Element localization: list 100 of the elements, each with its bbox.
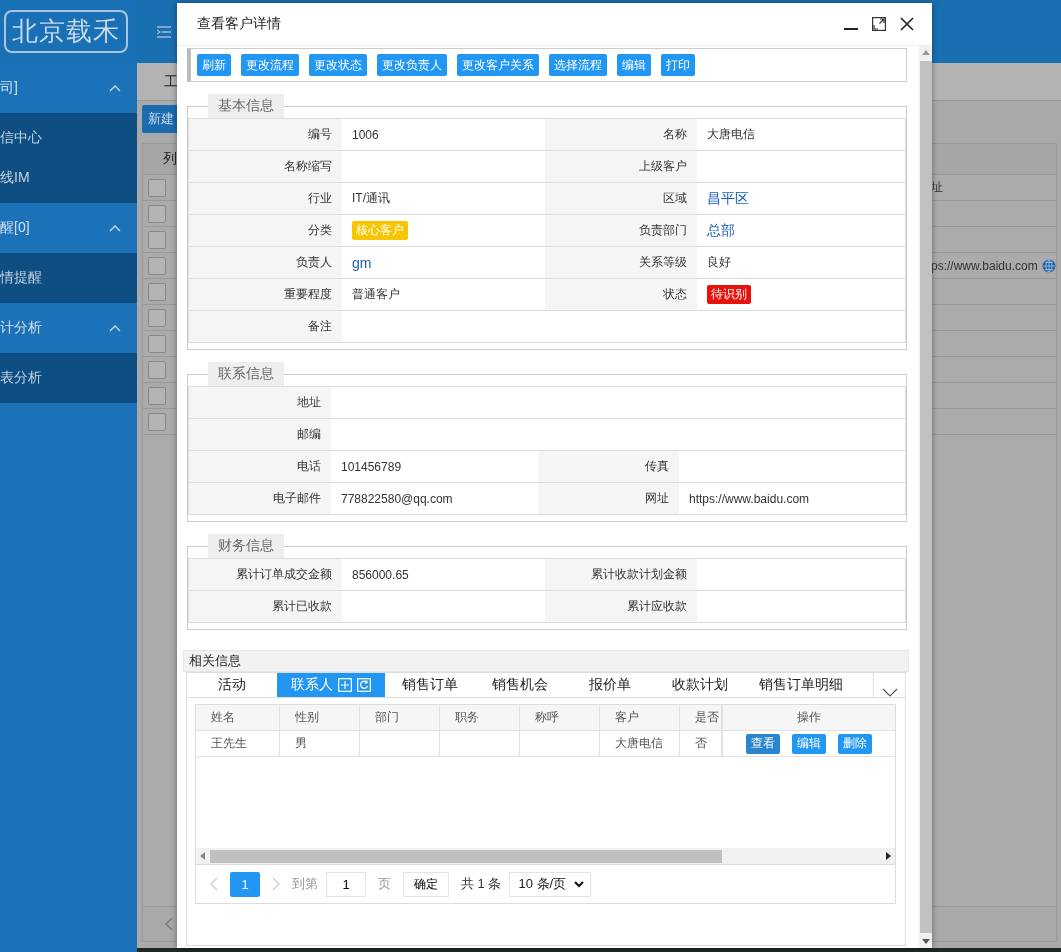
menu-item[interactable]: 线IM — [0, 158, 137, 198]
website-link[interactable]: ps://www.baidu.com — [931, 258, 1038, 273]
checkbox[interactable] — [148, 360, 166, 379]
chevron-down-icon[interactable] — [881, 688, 898, 697]
checkbox[interactable] — [148, 204, 166, 223]
menu-group-label: 计分析 — [0, 319, 42, 337]
field-link[interactable]: 总部 — [707, 221, 735, 240]
table-cell: 王先生 — [211, 735, 247, 752]
page-label: 页 — [378, 875, 391, 893]
tab[interactable]: 销售订单 — [385, 673, 475, 697]
checkbox[interactable] — [148, 230, 166, 249]
previous-page-icon[interactable] — [210, 877, 218, 891]
toolbar-button[interactable]: 更改负责人 — [377, 54, 447, 76]
checkbox[interactable] — [148, 282, 166, 301]
add-icon[interactable] — [338, 678, 352, 692]
column-header: 部门 — [360, 705, 440, 730]
field-label: 状态 — [545, 279, 697, 311]
scroll-left-icon[interactable] — [200, 852, 206, 860]
maximize-icon[interactable] — [872, 17, 886, 31]
field-label: 上级客户 — [545, 151, 697, 183]
checkbox[interactable] — [148, 386, 166, 405]
previous-page-icon[interactable] — [165, 917, 173, 931]
field-link[interactable]: 昌平区 — [707, 189, 749, 208]
tab[interactable]: 活动 — [187, 673, 277, 697]
page-input[interactable]: 1 — [326, 871, 366, 897]
column-header: 址 — [931, 179, 944, 196]
close-icon[interactable] — [900, 17, 914, 31]
field-label: 名称缩写 — [189, 151, 342, 183]
tab[interactable]: 销售订单明细 — [745, 673, 857, 697]
chevron-icon — [109, 84, 121, 92]
menu-item[interactable]: 信中心 — [0, 118, 137, 158]
field-label: 电子邮件 — [189, 483, 331, 515]
field-label: 行业 — [189, 183, 342, 215]
refresh-icon[interactable] — [357, 678, 371, 692]
menu-group[interactable]: 计分析 — [0, 303, 137, 353]
menu-group[interactable]: 司] — [0, 63, 137, 113]
vertical-scrollbar[interactable] — [919, 46, 932, 948]
toolbar-button[interactable]: 刷新 — [197, 54, 231, 76]
field-label: 网址 — [538, 483, 679, 515]
row-action-button[interactable]: 编辑 — [792, 733, 826, 754]
menu-group-label: 醒[0] — [0, 219, 30, 237]
page-size-select[interactable]: 10 条/页 — [509, 871, 592, 897]
toolbar-button[interactable]: 更改状态 — [309, 54, 367, 76]
checkbox[interactable] — [148, 334, 166, 353]
dialog-title: 查看客户详情 — [197, 15, 282, 33]
field-label: 累计应收款 — [545, 591, 697, 623]
tab[interactable]: 销售机会 — [475, 673, 565, 697]
field-label: 负责人 — [189, 247, 342, 279]
new-button[interactable]: 新建 — [142, 105, 180, 133]
field-label: 区域 — [545, 183, 697, 215]
field-label: 名称 — [545, 119, 697, 151]
field-label: 累计订单成交金额 — [189, 559, 342, 591]
checkbox[interactable] — [148, 256, 166, 275]
toolbar-button[interactable]: 更改流程 — [241, 54, 299, 76]
table-cell: 男 — [295, 735, 307, 752]
horizontal-scrollbar[interactable] — [196, 848, 895, 864]
row-action-button[interactable]: 删除 — [838, 733, 872, 754]
field-label: 重要程度 — [189, 279, 342, 311]
section-legend: 财务信息 — [208, 534, 284, 558]
column-header: 操作 — [722, 705, 895, 730]
column-header: 性别 — [280, 705, 360, 730]
field-value: 良好 — [707, 254, 731, 271]
row-action-button[interactable]: 查看 — [746, 733, 780, 754]
tab[interactable]: 报价单 — [565, 673, 655, 697]
tab[interactable]: 联系人 — [277, 673, 385, 697]
scroll-right-icon[interactable] — [885, 852, 891, 860]
field-value: 101456789 — [341, 459, 402, 474]
field-label: 累计收款计划金额 — [545, 559, 697, 591]
checkbox[interactable] — [148, 308, 166, 327]
menu-icon[interactable] — [157, 25, 171, 38]
field-link[interactable]: gm — [352, 254, 372, 271]
confirm-button[interactable]: 确定 — [403, 871, 449, 897]
page-tab[interactable]: 工 — [164, 72, 178, 91]
field-value: https://www.baidu.com — [689, 491, 810, 506]
column-header: 职务 — [440, 705, 520, 730]
next-page-icon[interactable] — [272, 877, 280, 891]
chevron-icon — [109, 324, 121, 332]
field-label: 地址 — [189, 387, 331, 419]
goto-label: 到第 — [292, 875, 318, 893]
field-value: 778822580@qq.com — [341, 491, 453, 506]
column-header: 列 — [163, 150, 177, 168]
toolbar-button[interactable]: 编辑 — [617, 54, 651, 76]
toolbar-button[interactable]: 打印 — [661, 54, 695, 76]
page-button[interactable]: 1 — [230, 871, 260, 897]
toolbar-button[interactable]: 更改客户关系 — [457, 54, 539, 76]
scroll-down-icon[interactable] — [921, 939, 930, 944]
menu-group-label: 司] — [0, 79, 18, 97]
column-header: 客户 — [600, 705, 680, 730]
table-cell: 否 — [695, 735, 707, 752]
field-label: 累计已收款 — [189, 591, 342, 623]
checkbox[interactable] — [148, 412, 166, 431]
column-header: 是否 — [680, 705, 722, 730]
tab[interactable]: 收款计划 — [655, 673, 745, 697]
section-legend: 联系信息 — [208, 362, 284, 386]
scroll-up-icon[interactable] — [921, 50, 930, 55]
checkbox[interactable] — [148, 178, 166, 197]
toolbar-button[interactable]: 选择流程 — [549, 54, 607, 76]
menu-group[interactable]: 醒[0] — [0, 203, 137, 253]
logo: 北京载禾 — [4, 10, 128, 53]
field-label: 负责部门 — [545, 215, 697, 247]
